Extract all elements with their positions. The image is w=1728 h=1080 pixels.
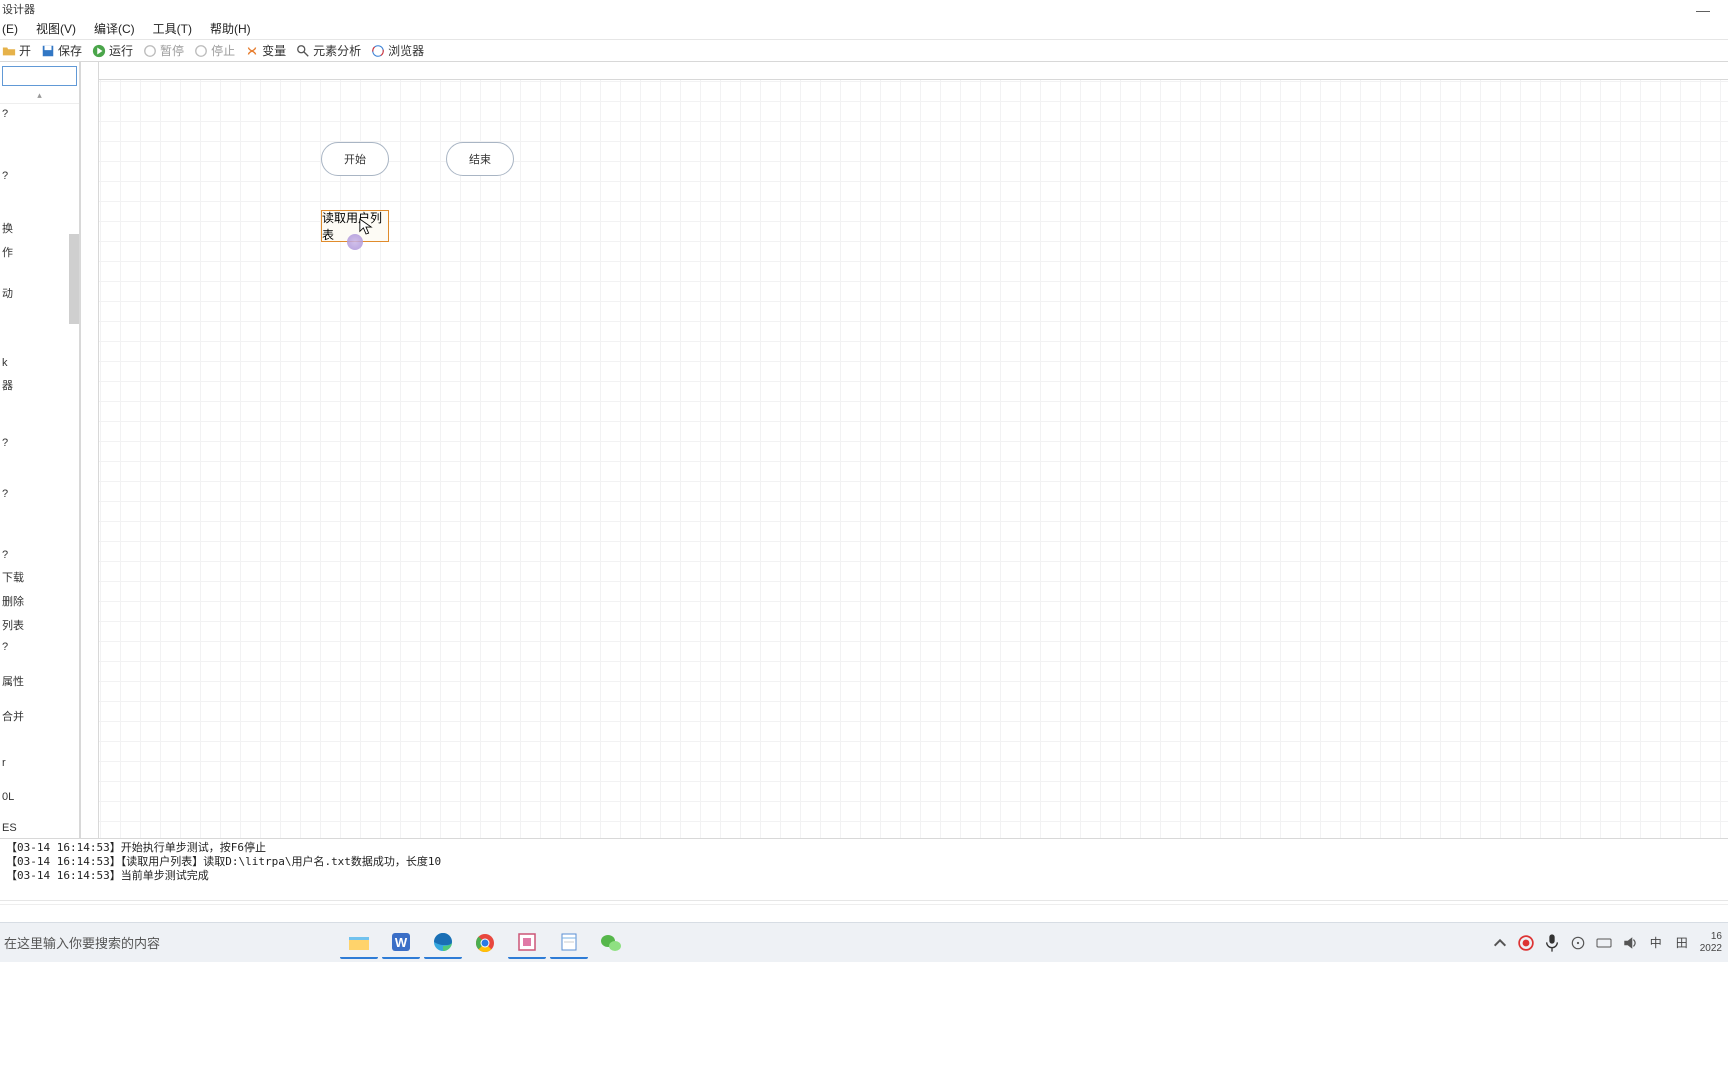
sidebar-item[interactable]: ? [2, 641, 77, 653]
pause-button[interactable]: 暂停 [143, 42, 184, 59]
sidebar-item[interactable]: k [2, 357, 77, 369]
sidebar-list: ? ? 换 作 动 k 器 ? ? ? 下载 删除 列表 ? 属性 合并 [0, 104, 79, 838]
design-canvas[interactable]: 开始 结束 读取用户列表 [80, 62, 1728, 838]
sidebar-item[interactable]: 列表 [2, 617, 77, 633]
node-end-label: 结束 [469, 151, 491, 167]
pause-label: 暂停 [160, 42, 184, 59]
app-chrome[interactable] [466, 927, 504, 959]
canvas-container: 开始 结束 读取用户列表 [80, 62, 1728, 838]
tray-location-icon[interactable] [1570, 935, 1586, 951]
element-label: 元素分析 [313, 42, 361, 59]
minimize-button[interactable]: — [1696, 2, 1710, 18]
sidebar-item[interactable]: 作 [2, 244, 77, 260]
sidebar-item[interactable]: 属性 [2, 673, 77, 689]
status-bar [0, 904, 1728, 922]
sidebar-item[interactable]: 换 [2, 220, 77, 236]
tray-volume-icon[interactable] [1622, 935, 1638, 951]
sidebar-item[interactable]: 动 [2, 285, 77, 301]
run-label: 运行 [109, 42, 133, 59]
open-label: 开 [19, 42, 31, 59]
node-start-label: 开始 [344, 151, 366, 167]
log-panel: 【03-14 16:14:53】开始执行单步测试，按F6停止 【03-14 16… [0, 838, 1728, 900]
menu-view[interactable]: 视图(V) [36, 20, 76, 37]
log-line: 【03-14 16:14:53】【读取用户列表】读取D:\litrpa\用户名.… [6, 855, 1722, 869]
tray-ime-mode[interactable]: 田 [1674, 935, 1690, 951]
browser-button[interactable]: 浏览器 [371, 42, 424, 59]
menu-help[interactable]: 帮助(H) [210, 20, 251, 37]
taskbar-apps: W [340, 927, 630, 959]
svg-text:W: W [395, 935, 408, 950]
menubar: (E) 视图(V) 编译(C) 工具(T) 帮助(H) [0, 18, 1728, 40]
element-button[interactable]: 元素分析 [296, 42, 361, 59]
app-title: 设计器 [2, 1, 35, 17]
tray-mic-icon[interactable] [1544, 935, 1560, 951]
step-indicator [347, 234, 363, 250]
sidebar-item[interactable]: ? [2, 488, 77, 500]
node-start[interactable]: 开始 [321, 142, 389, 176]
tray-date: 2022 [1700, 943, 1722, 955]
sidebar-item[interactable]: ES [2, 822, 77, 834]
tray-time: 16 [1700, 931, 1722, 943]
log-line: 【03-14 16:14:53】开始执行单步测试，按F6停止 [6, 841, 1722, 855]
app-designer[interactable] [508, 927, 546, 959]
log-line: 【03-14 16:14:53】当前单步测试完成 [6, 869, 1722, 883]
sidebar: ▴ ? ? 换 作 动 k 器 ? ? ? 下载 删除 列表 ? 属性 [0, 62, 80, 838]
run-button[interactable]: 运行 [92, 42, 133, 59]
sidebar-item[interactable]: 删除 [2, 593, 77, 609]
save-icon [41, 44, 55, 58]
app-file-explorer[interactable] [340, 927, 378, 959]
node-end[interactable]: 结束 [446, 142, 514, 176]
tray-record-icon[interactable] [1518, 935, 1534, 951]
tray-clock[interactable]: 16 2022 [1700, 931, 1722, 955]
stop-label: 停止 [211, 42, 235, 59]
titlebar: 设计器 — [0, 0, 1728, 18]
open-icon [2, 44, 16, 58]
tray-up-icon[interactable] [1492, 935, 1508, 951]
sidebar-item[interactable]: 合并 [2, 708, 77, 724]
tray-keyboard-icon[interactable] [1596, 935, 1612, 951]
browser-label: 浏览器 [388, 42, 424, 59]
browser-icon [371, 44, 385, 58]
sidebar-item[interactable]: ? [2, 549, 77, 561]
taskbar: 在这里输入你要搜索的内容 W [0, 922, 1728, 962]
sidebar-item[interactable]: r [2, 757, 77, 769]
main-area: ▴ ? ? 换 作 动 k 器 ? ? ? 下载 删除 列表 ? 属性 [0, 62, 1728, 838]
sidebar-item[interactable]: 0L [2, 791, 77, 803]
save-label: 保存 [58, 42, 82, 59]
tray-ime-lang[interactable]: 中 [1648, 935, 1664, 951]
variable-icon [245, 44, 259, 58]
sidebar-item[interactable]: ? [2, 170, 77, 182]
taskbar-search-input[interactable]: 在这里输入你要搜索的内容 [0, 933, 160, 952]
sidebar-search-input[interactable] [2, 66, 77, 86]
pause-icon [143, 44, 157, 58]
app-wechat[interactable] [592, 927, 630, 959]
variable-label: 变量 [262, 42, 286, 59]
sidebar-item[interactable]: 器 [2, 377, 77, 393]
stop-icon [194, 44, 208, 58]
ruler-vertical [81, 62, 99, 838]
run-icon [92, 44, 106, 58]
menu-tools[interactable]: 工具(T) [153, 20, 192, 37]
menu-edit[interactable]: (E) [2, 22, 18, 36]
menu-compile[interactable]: 编译(C) [94, 20, 135, 37]
sidebar-item[interactable]: ? [2, 108, 77, 120]
toolbar: 开 保存 运行 暂停 停止 变量 元素分析 [0, 40, 1728, 62]
save-button[interactable]: 保存 [41, 42, 82, 59]
system-tray: 中 田 16 2022 [1492, 931, 1722, 955]
app-wps[interactable]: W [382, 927, 420, 959]
stop-button[interactable]: 停止 [194, 42, 235, 59]
sidebar-item[interactable]: 下载 [2, 569, 77, 585]
app-notepad[interactable] [550, 927, 588, 959]
sidebar-scroll-up[interactable]: ▴ [0, 90, 79, 104]
ruler-horizontal [81, 62, 1728, 80]
variable-button[interactable]: 变量 [245, 42, 286, 59]
sidebar-item[interactable]: ? [2, 437, 77, 449]
sidebar-scrollbar-thumb[interactable] [69, 234, 79, 324]
app-edge[interactable] [424, 927, 462, 959]
open-button[interactable]: 开 [2, 42, 31, 59]
element-icon [296, 44, 310, 58]
